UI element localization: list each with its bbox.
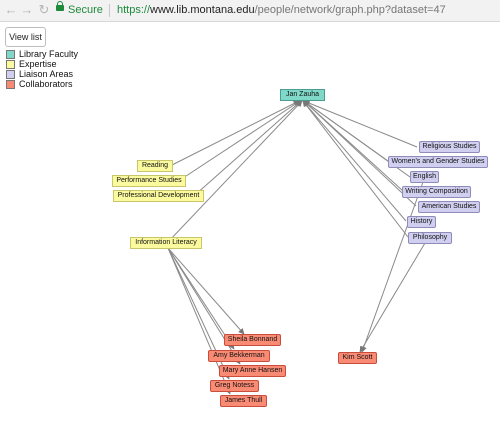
node-collaborator-kim-scott[interactable]: Kim Scott [338, 352, 377, 364]
edge-philosophy-to-jan-zauha [302, 100, 409, 238]
edge-information-literacy-to-jan-zauha [167, 100, 303, 243]
node-liaison-history[interactable]: History [407, 216, 436, 228]
edge-performance-studies-to-jan-zauha [179, 100, 301, 181]
node-faculty-jan-zauha[interactable]: Jan Zauha [280, 89, 325, 101]
edge-philosophy-to-kim-scott [359, 242, 426, 353]
node-expertise-reading[interactable]: Reading [137, 160, 173, 172]
node-collaborator-james-thull[interactable]: James Thull [220, 395, 267, 407]
node-liaison-womens-and-gender-studies[interactable]: Women's and Gender Studies [388, 156, 488, 168]
edge-professional-development-to-jan-zauha [194, 100, 302, 196]
node-collaborator-sheila-bonnand[interactable]: Sheila Bonnand [224, 334, 281, 346]
node-expertise-information-literacy[interactable]: Information Literacy [130, 237, 202, 249]
node-collaborator-amy-bekkerman[interactable]: Amy Bekkerman [208, 350, 270, 362]
node-liaison-american-studies[interactable]: American Studies [418, 201, 480, 213]
edge-info-literacy-to-mary-anne-hansen [167, 247, 241, 365]
node-collaborator-greg-notess[interactable]: Greg Notess [210, 380, 259, 392]
edge-info-literacy-to-sheila-bonnand [167, 247, 245, 335]
node-collaborator-mary-anne-hansen[interactable]: Mary Anne Hansen [219, 365, 286, 377]
edge-reading-to-jan-zauha [169, 100, 300, 167]
node-liaison-english[interactable]: English [410, 171, 439, 183]
node-liaison-philosophy[interactable]: Philosophy [408, 232, 452, 244]
node-expertise-professional-development[interactable]: Professional Development [113, 190, 204, 202]
node-liaison-religious-studies[interactable]: Religious Studies [419, 141, 480, 153]
edge-english-to-kim-scott [361, 181, 424, 353]
node-liaison-writing-composition[interactable]: Writing Composition [402, 186, 471, 198]
node-expertise-performance-studies[interactable]: Performance Studies [112, 175, 186, 187]
edge-american-studies-to-jan-zauha [303, 100, 417, 207]
